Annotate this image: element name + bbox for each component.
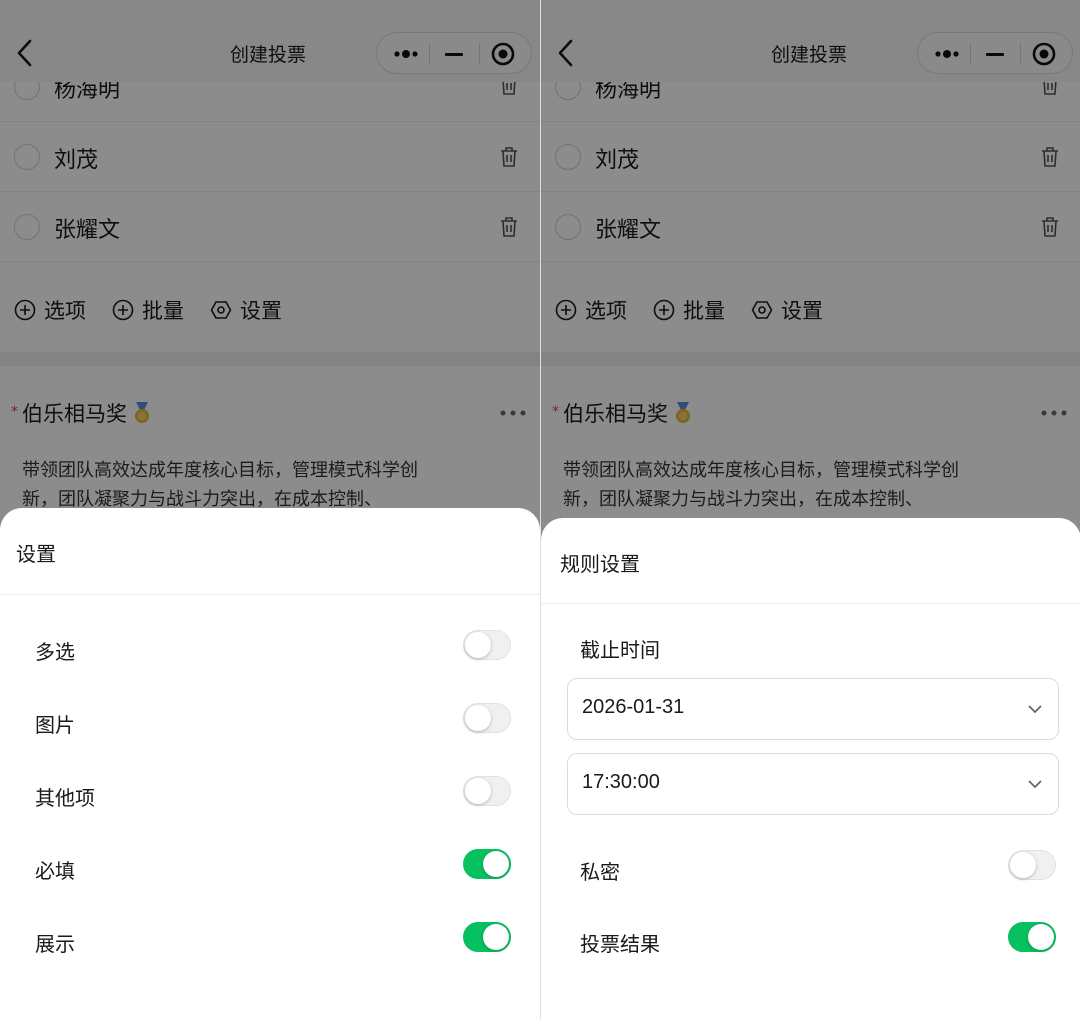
chevron-down-icon — [1028, 705, 1042, 714]
required-toggle[interactable] — [463, 849, 511, 879]
toggle-knob — [465, 632, 491, 658]
screen: 创建投票 杨海明 刘茂 张耀文 选项 批量 设置 * 伯乐相马奖 带领团队高效达… — [0, 0, 1080, 1020]
toggle-knob — [465, 778, 491, 804]
deadline-label: 截止时间 — [580, 638, 660, 662]
toggle-knob — [1010, 852, 1036, 878]
setting-row-vote-result: 投票结果 — [541, 922, 1080, 962]
vote-result-toggle[interactable] — [1008, 922, 1056, 952]
sheet-title: 设置 — [16, 542, 56, 566]
setting-row-required: 必填 — [0, 849, 540, 889]
setting-label: 投票结果 — [580, 932, 660, 956]
toggle-knob — [1028, 924, 1054, 950]
image-toggle[interactable] — [463, 703, 511, 733]
toggle-knob — [465, 705, 491, 731]
setting-row-display: 展示 — [0, 922, 540, 962]
display-toggle[interactable] — [463, 922, 511, 952]
toggle-knob — [483, 924, 509, 950]
setting-row-image: 图片 — [0, 703, 540, 743]
date-value: 2026-01-31 — [582, 696, 685, 718]
date-picker[interactable]: 2026-01-31 — [567, 678, 1059, 740]
right-panel: 创建投票 杨海明 刘茂 张耀文 选项 批量 设置 * 伯乐相马奖 带领团队高效达… — [540, 0, 1080, 1020]
setting-row-private: 私密 — [541, 850, 1080, 890]
chevron-down-icon — [1028, 780, 1042, 789]
time-value: 17:30:00 — [582, 771, 660, 793]
setting-label: 必填 — [35, 859, 75, 883]
setting-label: 其他项 — [35, 786, 95, 810]
setting-label: 图片 — [35, 713, 75, 737]
sheet-title: 规则设置 — [560, 552, 640, 576]
setting-label: 多选 — [35, 640, 75, 664]
other-option-toggle[interactable] — [463, 776, 511, 806]
setting-row-multi-select: 多选 — [0, 630, 540, 670]
sheet-divider — [0, 594, 540, 595]
toggle-knob — [483, 851, 509, 877]
setting-row-other-option: 其他项 — [0, 776, 540, 816]
settings-sheet: 设置 多选 图片 其他项 必填 展示 — [0, 508, 540, 1020]
left-panel: 创建投票 杨海明 刘茂 张耀文 选项 批量 设置 * 伯乐相马奖 带领团队高效达… — [0, 0, 540, 1020]
setting-label: 展示 — [35, 932, 75, 956]
time-picker[interactable]: 17:30:00 — [567, 753, 1059, 815]
private-toggle[interactable] — [1008, 850, 1056, 880]
multi-select-toggle[interactable] — [463, 630, 511, 660]
rule-settings-sheet: 规则设置 截止时间 2026-01-31 17:30:00 私密 投票结果 — [541, 518, 1080, 1020]
setting-label: 私密 — [580, 860, 620, 884]
sheet-divider — [541, 603, 1080, 604]
